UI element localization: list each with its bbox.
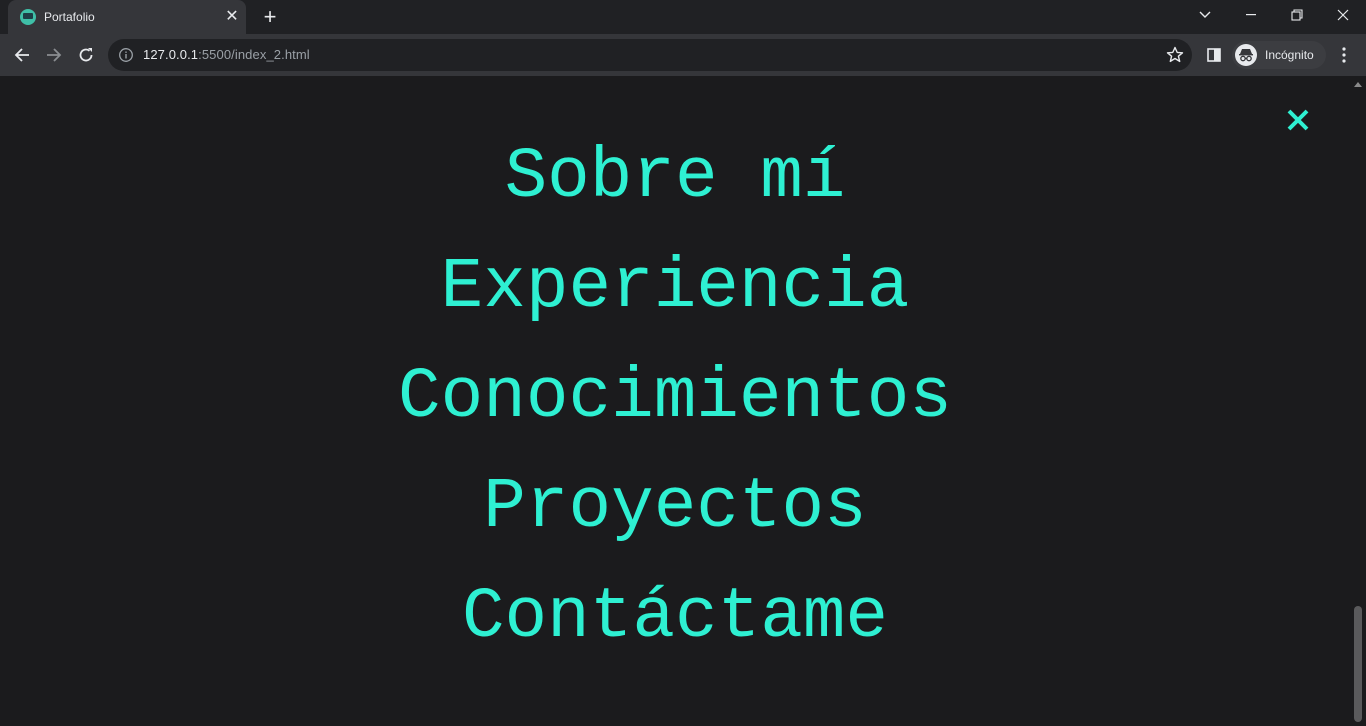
scrollbar-thumb[interactable] bbox=[1354, 606, 1362, 722]
minimize-icon bbox=[1246, 14, 1256, 16]
back-button[interactable] bbox=[9, 42, 35, 68]
url-path: :5500/index_2.html bbox=[198, 47, 310, 62]
tab-search-button[interactable] bbox=[1182, 0, 1228, 30]
side-panel-button[interactable] bbox=[1201, 42, 1227, 68]
nav-menu: Sobre mí Experiencia Conocimientos Proye… bbox=[0, 123, 1350, 673]
arrow-right-icon bbox=[47, 48, 62, 62]
restore-icon bbox=[1291, 9, 1303, 21]
nav-link-conocimientos[interactable]: Conocimientos bbox=[398, 343, 952, 453]
tab-title: Portafolio bbox=[44, 10, 95, 24]
restore-button[interactable] bbox=[1274, 0, 1320, 30]
chevron-down-icon bbox=[1199, 11, 1211, 18]
nav-link-proyectos[interactable]: Proyectos bbox=[483, 453, 866, 563]
address-bar[interactable]: 127.0.0.1:5500/index_2.html bbox=[108, 39, 1192, 71]
window-close-icon bbox=[1337, 9, 1349, 21]
reload-icon bbox=[79, 48, 93, 62]
scroll-up-arrow-icon[interactable] bbox=[1354, 82, 1362, 87]
incognito-profile-button[interactable]: Incógnito bbox=[1232, 41, 1326, 69]
side-panel-icon bbox=[1207, 48, 1221, 62]
incognito-label: Incógnito bbox=[1265, 48, 1314, 62]
browser-tab[interactable]: Portafolio ✕ bbox=[8, 0, 246, 34]
page-content: Sobre mí Experiencia Conocimientos Proye… bbox=[0, 76, 1350, 726]
tab-strip: Portafolio ✕ + bbox=[0, 0, 1366, 34]
url-host: 127.0.0.1 bbox=[143, 47, 199, 62]
bookmark-star-icon[interactable] bbox=[1165, 45, 1185, 65]
nav-link-sobre-mi[interactable]: Sobre mí bbox=[505, 123, 846, 233]
new-tab-button[interactable]: + bbox=[258, 6, 282, 30]
incognito-icon bbox=[1235, 44, 1257, 66]
nav-link-contactame[interactable]: Contáctame bbox=[462, 563, 888, 673]
nav-link-experiencia[interactable]: Experiencia bbox=[441, 233, 910, 343]
arrow-left-icon bbox=[14, 48, 29, 62]
reload-button[interactable] bbox=[73, 42, 99, 68]
url-text[interactable]: 127.0.0.1:5500/index_2.html bbox=[143, 47, 310, 62]
kebab-menu-icon bbox=[1342, 47, 1346, 63]
vertical-scrollbar[interactable] bbox=[1350, 76, 1366, 726]
forward-button[interactable] bbox=[41, 42, 67, 68]
tab-close-icon[interactable]: ✕ bbox=[222, 7, 242, 27]
browser-menu-button[interactable] bbox=[1331, 42, 1357, 68]
minimize-button[interactable] bbox=[1228, 0, 1274, 30]
info-icon[interactable] bbox=[118, 47, 134, 63]
window-close-button[interactable] bbox=[1320, 0, 1366, 30]
portfolio-favicon-icon bbox=[20, 9, 36, 25]
